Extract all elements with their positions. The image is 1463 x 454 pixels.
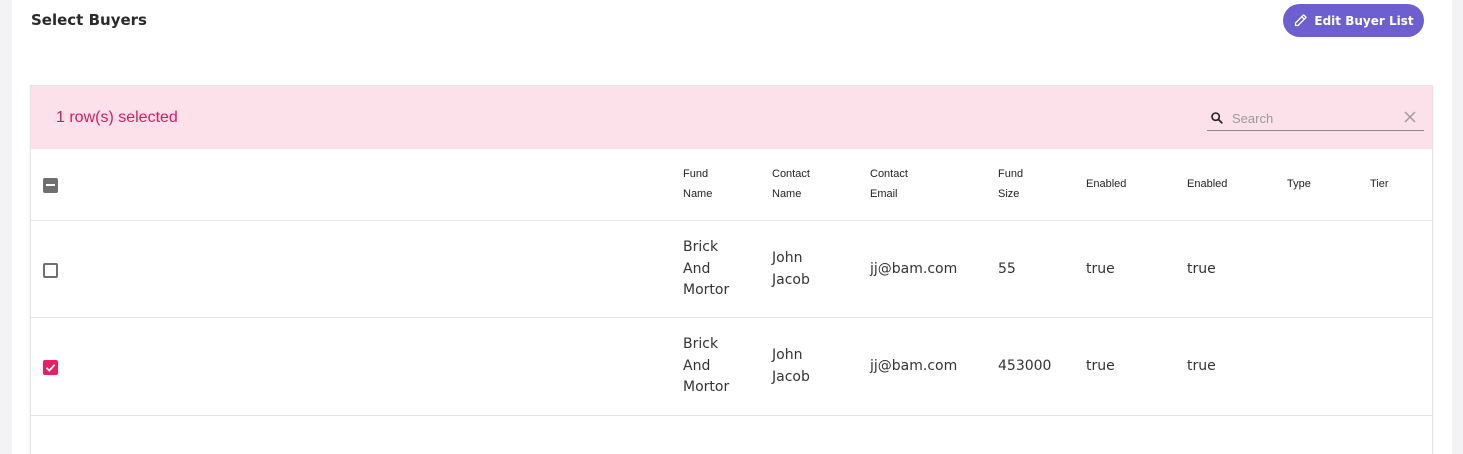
cell-line: Brick	[683, 336, 719, 352]
cell-line: Jacob	[772, 271, 810, 288]
cell-contact-email: jj@bam.com	[870, 358, 958, 374]
cell-fund-name: Brick And Mortor	[683, 334, 729, 399]
row-checkbox[interactable]	[43, 263, 58, 278]
buyers-table-card: 1 row(s) selected Fund Name Contact N	[30, 85, 1433, 454]
cell-contact-name: John Jacob	[772, 248, 810, 291]
cell-line: John	[772, 347, 803, 363]
search-box	[1207, 106, 1424, 131]
pencil-icon	[1295, 14, 1308, 27]
edit-buyer-list-label: Edit Buyer List	[1314, 13, 1414, 28]
column-header-tier[interactable]: Tier	[1370, 174, 1389, 194]
column-header-enabled[interactable]: Enabled	[1086, 174, 1126, 194]
cell-line: Mortor	[683, 282, 730, 298]
page-title: Select Buyers	[31, 11, 147, 29]
column-header-fund-name[interactable]: Fund Name	[683, 164, 712, 204]
column-header-enabled-2[interactable]: Enabled	[1187, 174, 1227, 194]
edit-buyer-list-button[interactable]: Edit Buyer List	[1283, 4, 1424, 37]
cell-enabled: true	[1086, 358, 1115, 374]
main-panel: Select Buyers Edit Buyer List 1 row(s) s…	[12, 0, 1452, 454]
cell-fund-size: 453000	[998, 358, 1052, 374]
cell-fund-size: 55	[998, 261, 1016, 277]
cell-line: Brick	[683, 239, 719, 255]
cell-enabled-2: true	[1187, 261, 1216, 277]
select-all-checkbox[interactable]	[43, 178, 58, 193]
column-header-fund-size[interactable]: Fund Size	[998, 164, 1023, 204]
selection-toolbar: 1 row(s) selected	[31, 86, 1432, 149]
cell-line: And	[683, 357, 711, 374]
search-input[interactable]	[1232, 110, 1392, 126]
column-header-type[interactable]: Type	[1287, 174, 1311, 194]
row-checkbox[interactable]	[43, 360, 58, 375]
column-header-line: Contact	[772, 168, 810, 180]
selection-count: 1 row(s) selected	[56, 109, 178, 126]
close-icon[interactable]	[1404, 111, 1416, 123]
column-header-line: Name	[772, 188, 802, 200]
table-header: Fund Name Contact Name Contact Email Fun…	[31, 149, 1432, 221]
cell-contact-name: John Jacob	[772, 345, 810, 388]
column-header-contact-email[interactable]: Contact Email	[870, 164, 908, 204]
column-header-contact-name[interactable]: Contact Name	[772, 164, 810, 204]
cell-fund-name: Brick And Mortor	[683, 237, 729, 302]
column-header-line: Contact	[870, 168, 908, 180]
column-header-line: Size	[998, 188, 1020, 200]
column-header-line: Name	[683, 188, 713, 200]
column-header-line: Fund	[998, 168, 1024, 180]
cell-line: And	[683, 260, 711, 277]
table-row[interactable]: Brick And Mortor John Jacob jj@bam.com 5…	[31, 221, 1432, 318]
column-header-line: Fund	[683, 168, 709, 180]
cell-enabled: true	[1086, 261, 1115, 277]
cell-contact-email: jj@bam.com	[870, 261, 958, 277]
cell-line: Jacob	[772, 368, 810, 385]
column-header-line: Email	[870, 188, 898, 200]
cell-line: Mortor	[683, 379, 730, 395]
cell-enabled-2: true	[1187, 358, 1216, 374]
table-row[interactable]: Brick And Mortor John Jacob jj@bam.com 4…	[31, 318, 1432, 416]
search-icon	[1211, 112, 1223, 124]
cell-line: John	[772, 250, 803, 266]
check-icon	[45, 364, 56, 372]
